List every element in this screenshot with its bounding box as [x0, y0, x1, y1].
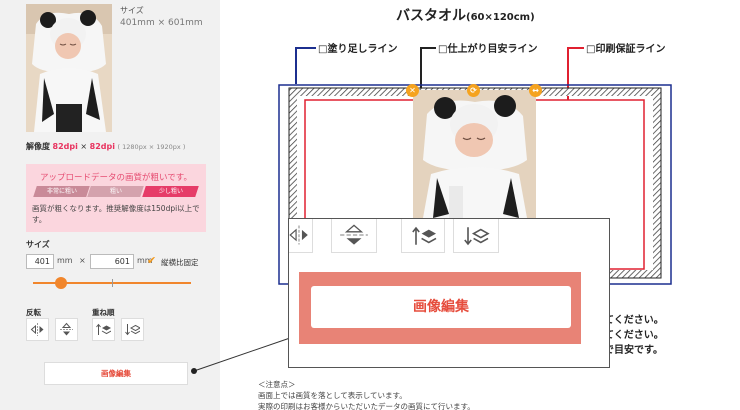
zoom-popup: 画像編集: [288, 218, 610, 368]
zoom-flip-vertical-button[interactable]: [331, 219, 377, 253]
flip-horizontal-icon: [289, 225, 308, 245]
bring-forward-icon: [412, 226, 437, 245]
zoom-edit-highlight: 画像編集: [299, 272, 581, 344]
zoom-image-edit-button[interactable]: 画像編集: [311, 286, 571, 328]
zoom-flip-horizontal-button[interactable]: [289, 219, 313, 253]
zoom-bring-forward-button[interactable]: [401, 219, 445, 253]
flip-vertical-icon: [340, 224, 368, 245]
send-backward-icon: [464, 227, 490, 246]
zoom-send-backward-button[interactable]: [453, 219, 499, 253]
